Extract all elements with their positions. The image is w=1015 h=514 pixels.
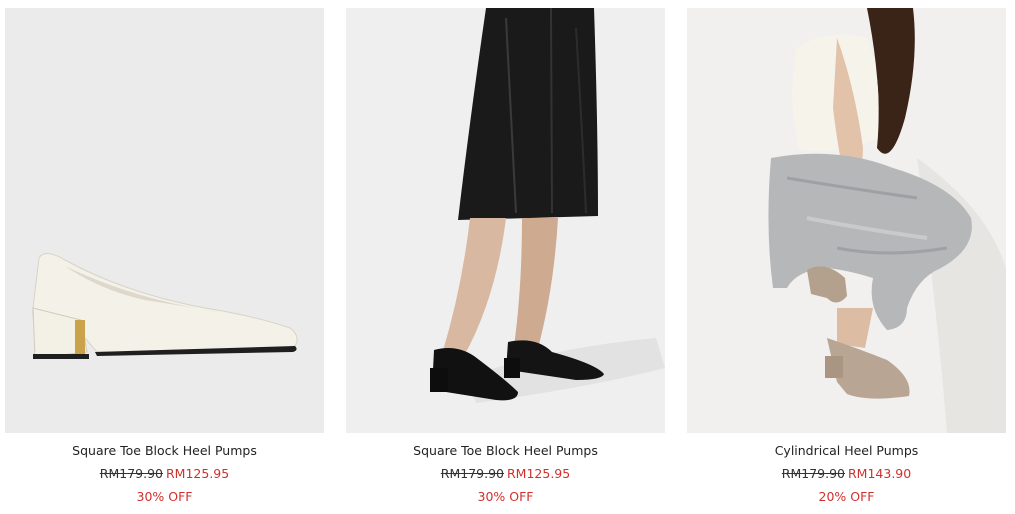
nude-pump-model-photo [687, 8, 1006, 433]
product-card[interactable]: Cylindrical Heel Pumps RM179.90 RM143.90 … [687, 8, 1006, 505]
discount-label: 30% OFF [477, 489, 534, 504]
sale-price: RM125.95 [166, 466, 230, 481]
product-name[interactable]: Cylindrical Heel Pumps [687, 443, 1006, 459]
product-image[interactable] [5, 8, 324, 433]
white-pump-photo [5, 8, 324, 433]
discount-label: 30% OFF [136, 489, 193, 504]
product-card[interactable]: Square Toe Block Heel Pumps RM179.90 RM12… [5, 8, 324, 505]
black-pump-model-photo [346, 8, 665, 433]
sale-price: RM143.90 [848, 466, 912, 481]
original-price: RM179.90 [781, 466, 845, 481]
product-name[interactable]: Square Toe Block Heel Pumps [5, 443, 324, 459]
product-prices: RM179.90 RM143.90 [687, 466, 1006, 482]
product-prices: RM179.90 RM125.95 [5, 466, 324, 482]
product-image[interactable] [346, 8, 665, 433]
product-name[interactable]: Square Toe Block Heel Pumps [346, 443, 665, 459]
discount-label: 20% OFF [818, 489, 875, 504]
original-price: RM179.90 [99, 466, 163, 481]
sale-price: RM125.95 [507, 466, 571, 481]
original-price: RM179.90 [440, 466, 504, 481]
product-image[interactable] [687, 8, 1006, 433]
product-prices: RM179.90 RM125.95 [346, 466, 665, 482]
product-grid: Square Toe Block Heel Pumps RM179.90 RM12… [0, 0, 1015, 514]
product-card[interactable]: Square Toe Block Heel Pumps RM179.90 RM12… [346, 8, 665, 505]
